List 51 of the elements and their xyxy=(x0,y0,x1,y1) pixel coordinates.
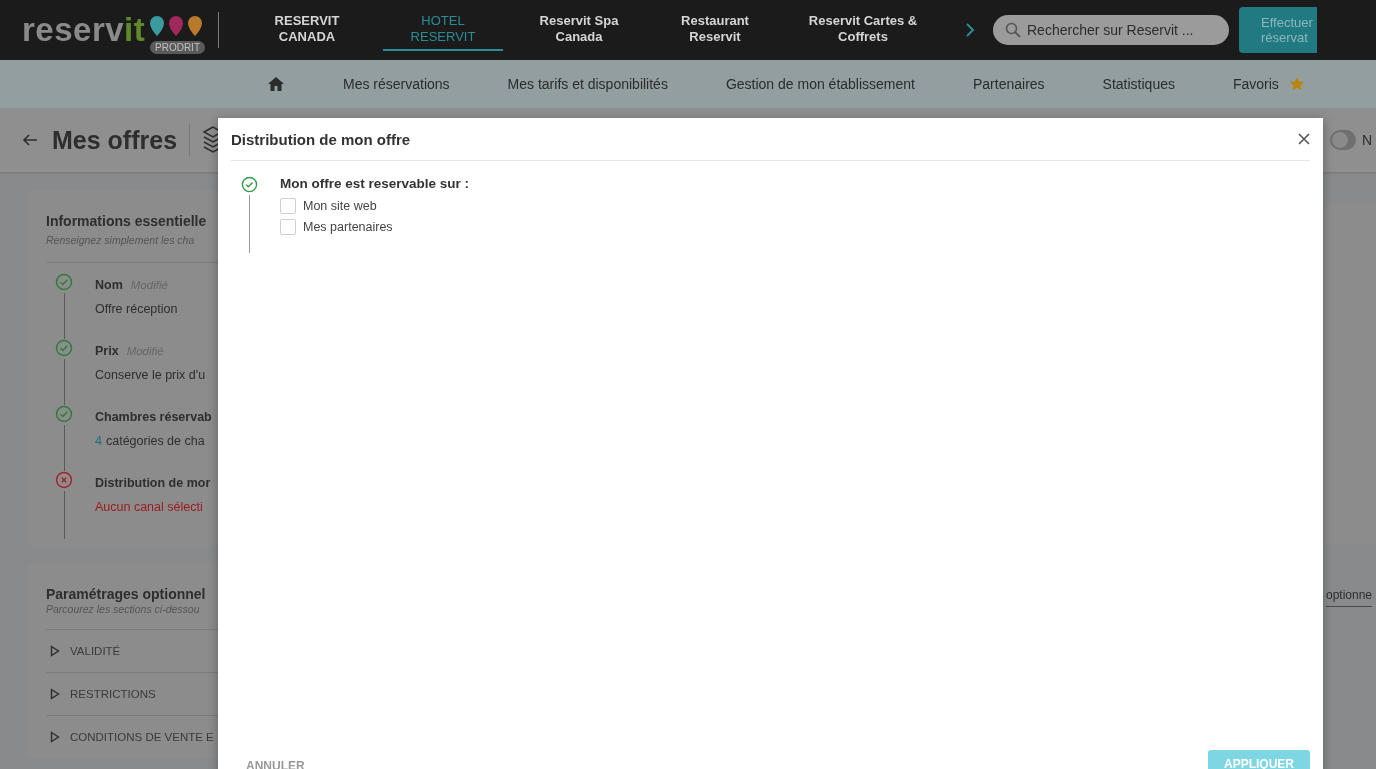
nav-tab[interactable]: Reservit Spa Canada xyxy=(519,9,639,51)
subnav-link[interactable]: Favoris xyxy=(1232,76,1279,92)
check-circle-icon xyxy=(55,339,73,357)
option-label[interactable]: Mon site web xyxy=(303,198,377,213)
section-toggle[interactable]: RESTRICTIONS xyxy=(70,688,156,700)
subnav-link[interactable]: Mes réservations xyxy=(343,76,450,92)
step-title: Chambres réservab xyxy=(95,410,212,424)
question-label: Mon offre est reservable sur : xyxy=(280,176,470,191)
toggle-switch[interactable] xyxy=(1329,130,1356,150)
subnav-link[interactable]: Statistiques xyxy=(1102,76,1175,92)
back-arrow-icon[interactable] xyxy=(22,133,38,147)
environment-badge: PRODRIT xyxy=(150,41,205,54)
step-title: Distribution de mor xyxy=(95,476,211,490)
subnav-link[interactable]: Partenaires xyxy=(973,76,1045,92)
nav-tab[interactable]: Restaurant Reservit xyxy=(655,9,775,51)
step-detail: Conserve le prix d'u xyxy=(95,368,206,382)
expand-triangle-icon[interactable] xyxy=(50,645,60,657)
step-detail: Aucun canal sélecti xyxy=(95,500,203,514)
check-circle-icon xyxy=(55,273,73,291)
step-detail: Offre réception xyxy=(95,302,178,316)
logo-wordmark[interactable]: reservit xyxy=(22,11,146,49)
tab-link[interactable]: optionne xyxy=(1326,588,1373,607)
check-circle-icon xyxy=(55,405,73,423)
step-detail: catégories de cha xyxy=(105,434,205,448)
option-label[interactable]: Mes partenaires xyxy=(303,219,393,234)
checkbox[interactable] xyxy=(280,197,296,214)
card-title: Informations essentielle xyxy=(46,213,207,229)
dialog-title: Distribution de mon offre xyxy=(231,130,411,148)
home-icon[interactable] xyxy=(267,76,285,92)
count-label: 4 xyxy=(95,434,102,448)
nav-tab[interactable]: RESERVIT CANADA xyxy=(247,9,367,51)
subnav-link[interactable]: Mes tarifs et disponibilités xyxy=(507,76,668,92)
chevron-right-icon[interactable] xyxy=(965,23,975,37)
checkbox[interactable] xyxy=(280,218,296,235)
nav-tab[interactable]: HOTEL RESERVIT xyxy=(383,9,503,51)
section-toggle[interactable]: CONDITIONS DE VENTE E xyxy=(70,731,214,743)
section-toggle[interactable]: VALIDITÉ xyxy=(70,645,121,657)
subnav-link[interactable]: Gestion de mon établissement xyxy=(725,76,915,92)
error-icon xyxy=(55,471,73,489)
expand-triangle-icon[interactable] xyxy=(50,688,60,700)
check-circle-icon xyxy=(241,176,258,193)
toggle-label: N xyxy=(1361,132,1372,148)
close-icon[interactable] xyxy=(1298,133,1310,145)
star-icon xyxy=(1288,76,1305,92)
step-title: Nom xyxy=(95,278,123,292)
search-field[interactable]: Rechercher sur Reservit ... xyxy=(993,15,1229,45)
step-title: Prix xyxy=(95,344,119,358)
card-title: Paramétrages optionnel xyxy=(46,586,206,602)
page-title: Mes offres xyxy=(52,125,178,155)
expand-triangle-icon[interactable] xyxy=(50,731,60,743)
nav-tab[interactable]: Reservit Cartes & Coffrets xyxy=(791,9,935,51)
